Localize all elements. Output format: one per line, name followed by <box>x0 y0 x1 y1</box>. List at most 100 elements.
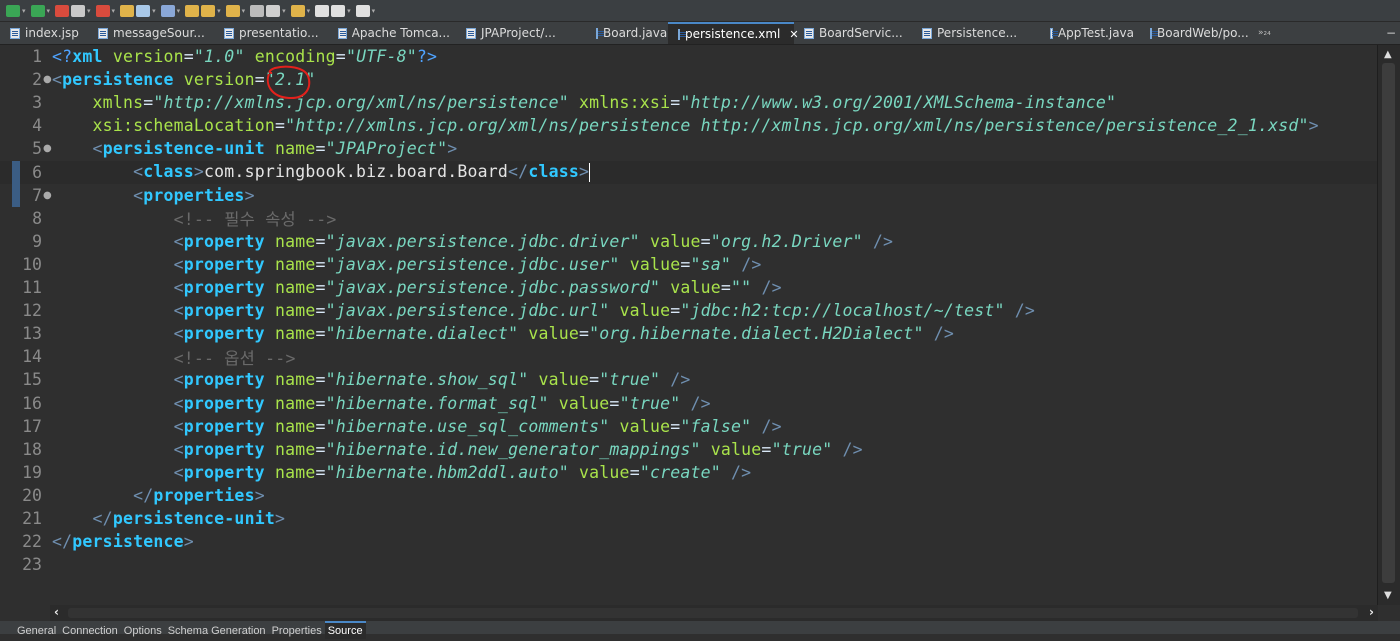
code-line[interactable]: 17 <property name="hibernate.use_sql_com… <box>0 415 1378 438</box>
editor-tab[interactable]: BoardWeb/po... <box>1140 22 1250 44</box>
code-line[interactable]: 21 </persistence-unit> <box>0 507 1378 530</box>
code-line[interactable]: 12 <property name="javax.persistence.jdb… <box>0 299 1378 322</box>
horizontal-scrollbar[interactable]: ‹ › <box>50 605 1378 621</box>
minimize-icon[interactable]: − <box>1386 26 1396 40</box>
pin-icon[interactable] <box>250 4 265 17</box>
new-server-icon[interactable] <box>95 4 110 17</box>
run-icon[interactable] <box>6 4 20 17</box>
editor-tab[interactable]: BoardServic... <box>794 22 912 44</box>
page-tab[interactable]: Schema Generation <box>165 621 269 641</box>
dropdown-arrow-icon[interactable]: ▾ <box>347 7 351 15</box>
dropdown-arrow-icon[interactable]: ▾ <box>217 7 221 15</box>
editor-tab[interactable]: presentatio... <box>214 22 328 44</box>
code-line[interactable]: 9 <property name="javax.persistence.jdbc… <box>0 230 1378 253</box>
scroll-up-icon[interactable]: ▲ <box>1384 49 1392 60</box>
code-line[interactable]: 11 <property name="javax.persistence.jdb… <box>0 276 1378 299</box>
open-perspective-icon[interactable] <box>120 4 135 17</box>
code-line[interactable]: 13 <property name="hibernate.dialect" va… <box>0 322 1378 345</box>
forward-icon[interactable] <box>331 4 346 17</box>
dropdown-arrow-icon[interactable]: ▾ <box>87 7 91 15</box>
page-tab[interactable]: Source <box>324 621 366 639</box>
scrollbar-thumb[interactable] <box>68 608 1358 618</box>
code-token: = <box>143 93 154 113</box>
code-line[interactable]: 18 <property name="hibernate.id.new_gene… <box>0 438 1378 461</box>
code-line[interactable]: 16 <property name="hibernate.format_sql"… <box>0 392 1378 415</box>
new-icon[interactable] <box>71 4 86 17</box>
dropdown-arrow-icon[interactable]: ▾ <box>152 7 156 15</box>
wizard-icon[interactable] <box>136 4 151 17</box>
code-line[interactable]: 1 <?xml version="1.0" encoding="UTF-8"?> <box>0 45 1378 68</box>
annotation-icon[interactable] <box>266 4 281 17</box>
code-line[interactable]: 5 ● <persistence-unit name="JPAProject"> <box>0 137 1378 160</box>
editor-tab[interactable]: index.jsp <box>0 22 88 44</box>
dropdown-arrow-icon[interactable]: ▾ <box>22 7 26 15</box>
code-line[interactable]: 8 <!-- 필수 속성 --> <box>0 207 1378 230</box>
open-type-icon[interactable] <box>185 4 200 17</box>
code-line[interactable]: 20 </properties> <box>0 484 1378 507</box>
code-line[interactable]: 15 <property name="hibernate.show_sql" v… <box>0 368 1378 391</box>
code-token: = <box>315 139 326 159</box>
editor-tab[interactable]: messageSour... <box>88 22 214 44</box>
code-line[interactable]: 3 xmlns="http://xmlns.jcp.org/xml/ns/per… <box>0 91 1378 114</box>
scroll-left-icon[interactable]: ‹ <box>54 605 59 619</box>
code-line[interactable]: 14 <!-- 옵션 --> <box>0 345 1378 368</box>
last-edit-icon[interactable] <box>355 4 370 17</box>
page-tab[interactable]: Properties <box>269 621 325 641</box>
line-number: 2 <box>32 70 42 90</box>
external-tools-icon[interactable] <box>55 4 70 17</box>
editor-tab[interactable]: AppTest.java <box>1040 22 1140 44</box>
code-line[interactable]: 2 ● <persistence version="2.1" <box>0 68 1378 91</box>
back-icon[interactable] <box>315 4 330 17</box>
vertical-scrollbar[interactable]: ▲ ▼ <box>1377 45 1400 605</box>
dropdown-arrow-icon[interactable]: ▾ <box>372 7 376 15</box>
page-tab[interactable]: Connection <box>59 621 121 641</box>
tab-overflow-icon[interactable]: »₂₄ <box>1250 22 1271 44</box>
editor-tab[interactable]: JPAProject/... <box>456 22 586 44</box>
debug-icon[interactable] <box>30 4 45 17</box>
dropdown-arrow-icon[interactable]: ▾ <box>112 7 116 15</box>
next-annotation-icon[interactable] <box>290 4 305 17</box>
line-number: 8 <box>32 208 42 228</box>
scrollbar-thumb[interactable] <box>1382 63 1395 583</box>
code-token: = <box>315 324 326 344</box>
dropdown-arrow-icon[interactable]: ▾ <box>282 7 286 15</box>
editor-tab[interactable]: Persistence... <box>912 22 1040 44</box>
code-token: "" <box>731 278 752 298</box>
code-text: <class>com.springbook.biz.board.Board</c… <box>52 162 591 183</box>
code-token: < <box>173 439 184 459</box>
scroll-down-icon[interactable]: ▼ <box>1384 590 1392 601</box>
open-folder-icon[interactable] <box>225 4 240 17</box>
page-tab[interactable]: General <box>14 621 59 641</box>
code-token: ?> <box>416 47 438 67</box>
dropdown-arrow-icon[interactable]: ▾ <box>307 7 311 15</box>
fold-toggle-icon[interactable]: ● <box>43 143 52 154</box>
code-line[interactable]: 4 xsi:schemaLocation="http://xmlns.jcp.o… <box>0 114 1378 137</box>
code-line[interactable]: 19 <property name="hibernate.hbm2ddl.aut… <box>0 461 1378 484</box>
dropdown-arrow-icon[interactable]: ▾ <box>242 7 246 15</box>
code-line[interactable]: 22 </persistence> <box>0 530 1378 553</box>
code-token: "JPAProject" <box>325 139 448 159</box>
dropdown-arrow-icon[interactable]: ▾ <box>177 7 181 15</box>
code-line[interactable]: 6 <class>com.springbook.biz.board.Board<… <box>0 160 1378 184</box>
open-task-icon[interactable] <box>201 4 216 17</box>
fold-toggle-icon[interactable]: ● <box>43 74 52 85</box>
code-token: </ <box>508 162 529 182</box>
code-line[interactable]: 23 <box>0 553 1378 576</box>
page-tab[interactable]: Options <box>121 621 165 641</box>
editor-tab[interactable]: Board.java <box>586 22 668 44</box>
scroll-right-icon[interactable]: › <box>1369 605 1374 619</box>
code-token: /> <box>933 324 954 344</box>
editor-tab[interactable]: Apache Tomca... <box>328 22 456 44</box>
code-line[interactable]: 7 ● <properties> <box>0 183 1378 207</box>
xml-source-editor[interactable]: 1 <?xml version="1.0" encoding="UTF-8"?> 2… <box>0 45 1378 605</box>
dropdown-arrow-icon[interactable]: ▾ <box>47 7 51 15</box>
editor-tab[interactable]: persistence.xml ✕ <box>668 22 799 44</box>
fold-toggle-icon[interactable]: ● <box>43 190 52 201</box>
search-icon[interactable] <box>160 4 175 17</box>
code-line[interactable]: 10 <property name="javax.persistence.jdb… <box>0 253 1378 276</box>
